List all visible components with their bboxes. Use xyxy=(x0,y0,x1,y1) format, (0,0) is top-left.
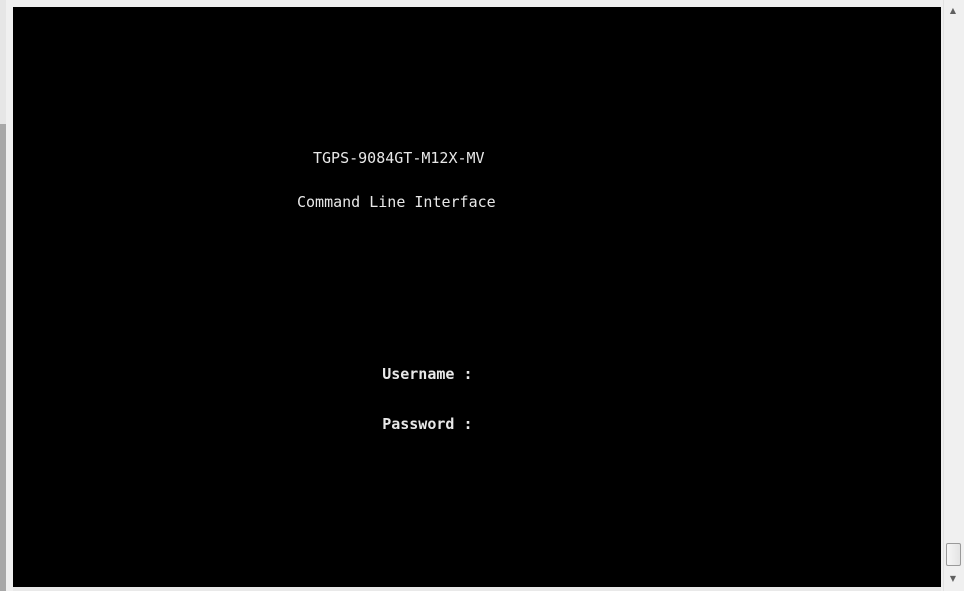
left-scroll-edge[interactable] xyxy=(0,0,6,591)
vertical-scrollbar[interactable]: ▲ ▼ xyxy=(943,0,962,591)
scroll-up-button[interactable]: ▲ xyxy=(944,2,962,19)
username-input[interactable] xyxy=(473,365,673,383)
cli-subtitle: Command Line Interface xyxy=(297,193,496,211)
password-prompt: Password : xyxy=(328,397,673,451)
username-prompt: Username : xyxy=(328,347,673,401)
password-label: Password : xyxy=(382,415,473,433)
left-scroll-thumb[interactable] xyxy=(0,124,6,591)
terminal-screen[interactable]: TGPS-9084GT-M12X-MV Command Line Interfa… xyxy=(13,7,941,587)
scroll-down-button[interactable]: ▼ xyxy=(944,570,962,587)
bottom-edge xyxy=(13,587,941,591)
chevron-up-icon: ▲ xyxy=(949,6,957,15)
device-model-title: TGPS-9084GT-M12X-MV xyxy=(313,149,485,167)
scroll-thumb[interactable] xyxy=(946,543,961,566)
left-scroll-track xyxy=(0,0,6,124)
chevron-down-icon: ▼ xyxy=(949,574,957,583)
password-input[interactable] xyxy=(473,415,673,433)
username-label: Username : xyxy=(382,365,473,383)
cli-window: TGPS-9084GT-M12X-MV Command Line Interfa… xyxy=(0,0,964,591)
